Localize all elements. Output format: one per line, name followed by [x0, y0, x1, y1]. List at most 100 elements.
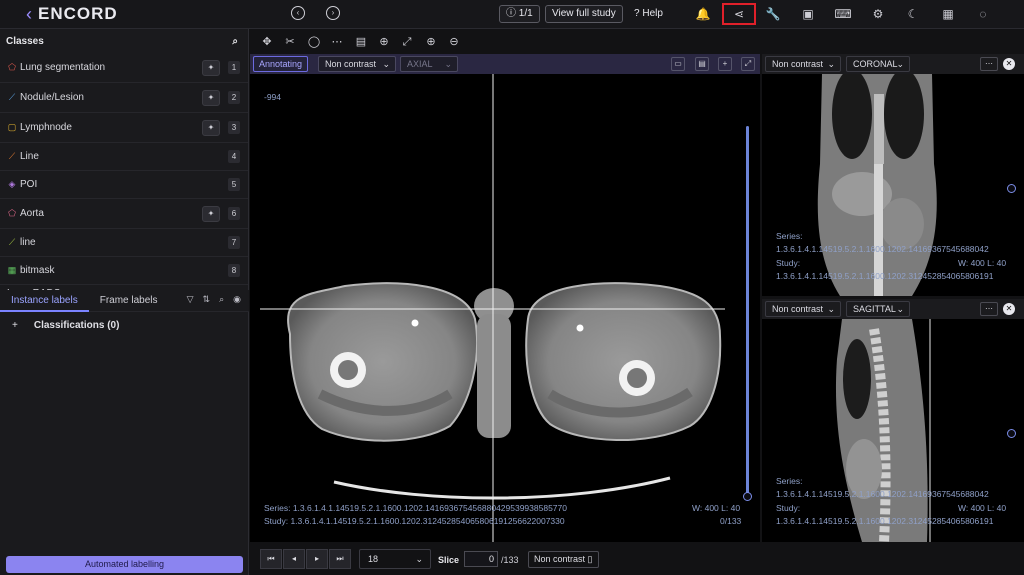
hotkey-badge: 1	[228, 61, 240, 74]
previous-task-icon[interactable]: ‹	[291, 6, 305, 20]
class-label: Nodule/Lesion	[20, 92, 84, 103]
next-frame-icon[interactable]: ▸	[306, 549, 328, 569]
class-row[interactable]: ◈ POI 5	[0, 171, 248, 199]
comment-icon[interactable]: ◯	[307, 35, 321, 49]
slice-input[interactable]: 0	[464, 551, 498, 567]
search-labels-icon[interactable]: ⌕	[219, 294, 224, 305]
share-icon[interactable]: ⋖	[722, 3, 756, 25]
search-icon[interactable]: ⌕	[232, 36, 238, 47]
wrench-icon[interactable]: 🔧	[763, 4, 783, 24]
coronal-contrast-select[interactable]: Non contrast ⌄	[765, 56, 841, 72]
more-icon[interactable]: ⋯	[330, 35, 344, 49]
close-icon[interactable]: ✕	[1003, 303, 1015, 315]
class-row[interactable]: ▢ Lymphnode ✦ 3	[0, 113, 248, 143]
help-button[interactable]: ? Help	[634, 8, 663, 19]
sagittal-plane-select[interactable]: SAGITTAL ⌄	[846, 301, 910, 317]
sagittal-window-readout: W: 400 L: 40	[958, 503, 1007, 513]
coronal-viewport[interactable]: Series: 1.3.6.1.4.1.14519.5.2.1.1600.120…	[762, 74, 1024, 296]
coronal-more-icon[interactable]: ⋯	[980, 57, 998, 71]
sort-icon[interactable]: ⇅	[203, 294, 211, 305]
coronal-slider-knob[interactable]	[1007, 184, 1016, 193]
series-readout: Series: 1.3.6.1.4.1.14519.5.2.1.1600.120…	[264, 503, 567, 513]
class-row[interactable]: ⟋ line 7	[0, 229, 248, 257]
crosshair-icon[interactable]: ⊕	[377, 35, 391, 49]
annotating-badge[interactable]: Annotating	[253, 56, 309, 72]
plane-value: SAGITTAL	[853, 304, 896, 314]
last-frame-icon[interactable]: ⏭	[329, 549, 351, 569]
zoom-in-icon[interactable]: ⊕	[424, 35, 438, 49]
info-icon: ⓘ	[506, 8, 516, 19]
tool-row: ✥ ✂ ◯ ⋯ ▤ ⊕ ⤢ ⊕ ⊖	[250, 30, 1024, 54]
sagittal-slider-knob[interactable]	[1007, 429, 1016, 438]
document-icon: ▯	[587, 554, 593, 564]
axial-slice-slider[interactable]	[746, 126, 749, 498]
axial-ct-image[interactable]	[250, 74, 760, 542]
save-icon[interactable]: ▣	[798, 4, 818, 24]
scissors-icon[interactable]: ✂	[283, 35, 297, 49]
expand-icon[interactable]: ⤢	[741, 57, 755, 71]
classifications-label: Classifications (0)	[33, 320, 120, 331]
tab-frame-labels[interactable]: Frame labels	[89, 290, 169, 312]
add-icon[interactable]: +	[718, 57, 732, 71]
class-row[interactable]: ⬠ Lung segmentation ✦ 1	[0, 53, 248, 83]
frame-counter-label: 1/1	[518, 8, 533, 19]
bell-icon[interactable]: 🔔	[693, 4, 713, 24]
fit-icon[interactable]: ⤢	[400, 35, 414, 49]
polygon-icon: ⬠	[8, 208, 16, 218]
hotkey-badge: 8	[228, 264, 240, 277]
contrast-value: Non contrast	[325, 59, 377, 69]
class-row[interactable]: ⬠ Aorta ✦ 6	[0, 199, 248, 229]
previous-frame-icon[interactable]: ◂	[283, 549, 305, 569]
class-row[interactable]: ▦ bitmask 8	[0, 257, 248, 285]
grid-icon[interactable]: ▦	[938, 4, 958, 24]
magic-wand-icon[interactable]: ✦	[202, 59, 220, 76]
sagittal-contrast-select[interactable]: Non contrast ⌄	[765, 301, 841, 317]
layout-icon[interactable]: ▤	[354, 35, 368, 49]
zoom-out-icon[interactable]: ⊖	[447, 35, 461, 49]
contrast-value: Non contrast	[534, 554, 586, 564]
eye-icon[interactable]: ◉	[233, 294, 241, 305]
filter-icon[interactable]: ▽	[187, 294, 194, 305]
back-arrow-icon[interactable]: ‹	[26, 5, 32, 23]
plane-select[interactable]: AXIAL ⌄	[400, 56, 458, 72]
class-label: Line	[20, 151, 39, 162]
magic-wand-icon[interactable]: ✦	[202, 89, 220, 106]
export-icon[interactable]: ▤	[695, 57, 709, 71]
axial-viewport[interactable]: -994 Series: 1.3.6.1.4.1.14519.5.2.1.160…	[250, 74, 760, 542]
fps-select[interactable]: 18 ⌄	[359, 549, 431, 569]
class-row[interactable]: ⟋ Nodule/Lesion ✦ 2	[0, 83, 248, 113]
frame-counter-button[interactable]: ⓘ 1/1	[499, 5, 540, 23]
coronal-plane-select[interactable]: CORONAL ⌄	[846, 56, 910, 72]
automated-labelling-button[interactable]: Automated labelling	[6, 556, 243, 573]
tab-instance-labels[interactable]: Instance labels	[0, 290, 89, 312]
bounding-box-icon: ▢	[7, 122, 17, 132]
classifications-row[interactable]: + Classifications (0)	[12, 320, 119, 331]
tab-tools: ▽ ⇅ ⌕ ◉	[187, 294, 241, 305]
magic-wand-icon[interactable]: ✦	[202, 119, 220, 136]
sagittal-viewport[interactable]: Series: 1.3.6.1.4.1.14519.5.2.1.1600.120…	[762, 319, 1024, 542]
close-icon[interactable]: ✕	[1003, 58, 1015, 70]
move-icon[interactable]: ✥	[260, 35, 274, 49]
polyline-icon: ⟋	[8, 92, 16, 102]
class-row[interactable]: ⟋ Line 4	[0, 143, 248, 171]
contrast-button[interactable]: Non contrast ▯	[528, 551, 599, 568]
plus-icon[interactable]: +	[12, 320, 18, 331]
view-full-study-button[interactable]: View full study	[545, 5, 623, 23]
keyboard-icon[interactable]: ⌨	[833, 4, 853, 24]
gear-icon[interactable]: ⚙	[868, 4, 888, 24]
axial-slider-knob[interactable]	[743, 492, 752, 501]
hotkey-badge: 5	[228, 178, 240, 191]
chat-icon[interactable]: ◌	[973, 4, 993, 24]
magic-wand-icon[interactable]: ✦	[202, 205, 220, 222]
hotkey-badge: 7	[228, 236, 240, 249]
chevron-down-icon: ⌄	[415, 554, 423, 564]
screenshot-icon[interactable]: ▭	[671, 57, 685, 71]
sagittal-more-icon[interactable]: ⋯	[980, 302, 998, 316]
logo: ‹ ENCORD	[26, 4, 118, 24]
contrast-select[interactable]: Non contrast ⌄	[318, 56, 396, 72]
moon-icon[interactable]: ☾	[903, 4, 923, 24]
plane-value: AXIAL	[407, 59, 433, 69]
coronal-viewport-bar: Non contrast ⌄ CORONAL ⌄ ⋯ ✕	[762, 54, 1024, 74]
next-task-icon[interactable]: ›	[326, 6, 340, 20]
first-frame-icon[interactable]: ⏮	[260, 549, 282, 569]
